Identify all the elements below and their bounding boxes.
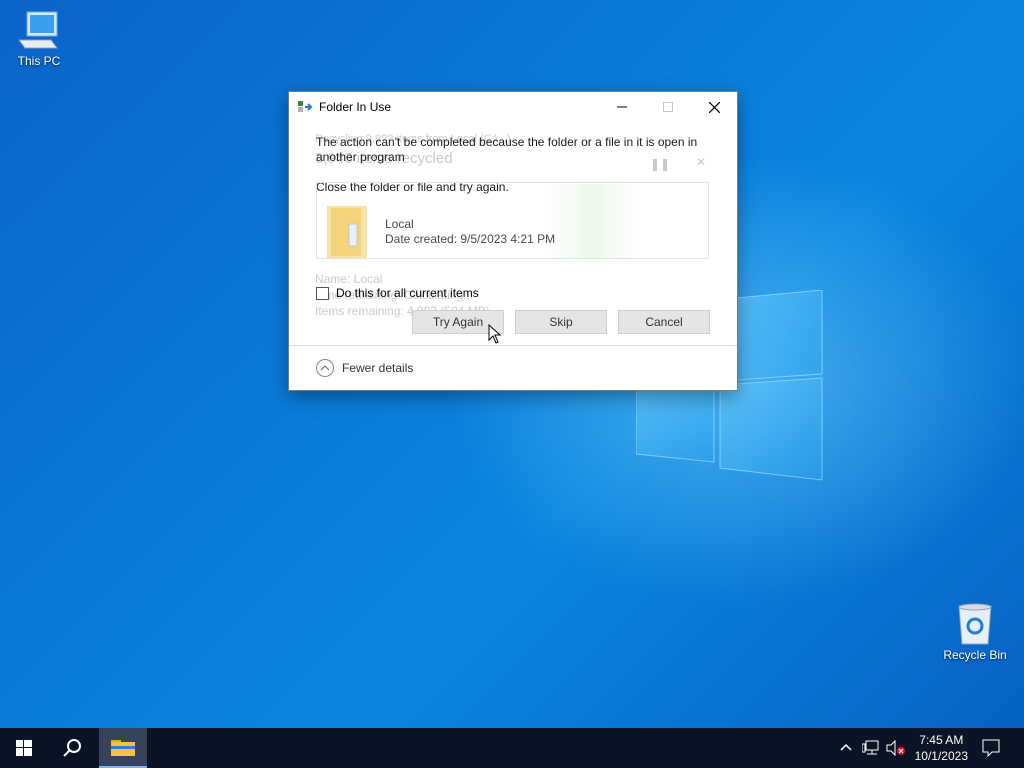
folder-in-use-dialog: Folder In Use Recycling 9,8?? items from… (288, 91, 738, 391)
action-center-icon[interactable] (982, 739, 1000, 757)
item-info-box: Local Date created: 9/5/2023 4:21 PM (316, 182, 709, 259)
this-pc-label: This PC (17, 54, 61, 68)
network-icon[interactable] (862, 740, 880, 756)
fewer-details-toggle[interactable]: Fewer details (316, 359, 413, 377)
dialog-message: The action can't be completed because th… (316, 135, 698, 164)
do-for-all-checkbox-row[interactable]: Do this for all current items (316, 286, 479, 300)
folder-icon (327, 206, 367, 258)
search-icon (63, 739, 81, 757)
clock-time: 7:45 AM (919, 733, 964, 747)
skip-button[interactable]: Skip (515, 310, 607, 334)
ghost-name-line: Name: Local (315, 272, 383, 286)
maximize-button (645, 92, 691, 122)
file-explorer-icon (111, 740, 135, 756)
dialog-title: Folder In Use (319, 100, 392, 114)
recycle-bin-label: Recycle Bin (943, 648, 1007, 662)
ghost-progress-fill (547, 184, 637, 259)
taskbar-clock[interactable]: 7:45 AM 10/1/2023 (915, 732, 968, 764)
dialog-titlebar[interactable]: Folder In Use (289, 92, 737, 122)
recycle-bin-desktop-icon[interactable]: Recycle Bin (939, 602, 1011, 662)
close-icon (708, 101, 720, 113)
minimize-icon (617, 106, 627, 108)
recycle-bin-icon (958, 603, 992, 645)
windows-start-icon (16, 740, 32, 756)
clock-date: 10/1/2023 (914, 749, 968, 763)
file-move-icon (298, 101, 313, 112)
maximize-icon (663, 102, 673, 112)
chevron-up-icon (316, 359, 334, 377)
search-button[interactable] (48, 728, 96, 768)
do-for-all-checkbox[interactable] (316, 286, 329, 300)
file-explorer-taskbar-button[interactable] (99, 728, 147, 768)
dialog-separator (289, 345, 737, 346)
computer-icon (18, 11, 58, 49)
volume-muted-icon[interactable] (886, 740, 906, 756)
start-button[interactable] (0, 728, 48, 768)
minimize-button[interactable] (599, 92, 645, 122)
show-hidden-icons-chevron-icon[interactable] (839, 740, 853, 754)
item-date-created: Date created: 9/5/2023 4:21 PM (385, 232, 556, 246)
taskbar: 7:45 AM 10/1/2023 (0, 728, 1024, 768)
do-for-all-label: Do this for all current items (336, 286, 479, 300)
fewer-details-label: Fewer details (342, 361, 414, 375)
this-pc-desktop-icon[interactable]: This PC (3, 10, 75, 68)
mouse-cursor-icon (488, 324, 501, 344)
item-name: Local (385, 217, 414, 231)
close-button[interactable] (691, 92, 737, 122)
cancel-button[interactable]: Cancel (618, 310, 710, 334)
